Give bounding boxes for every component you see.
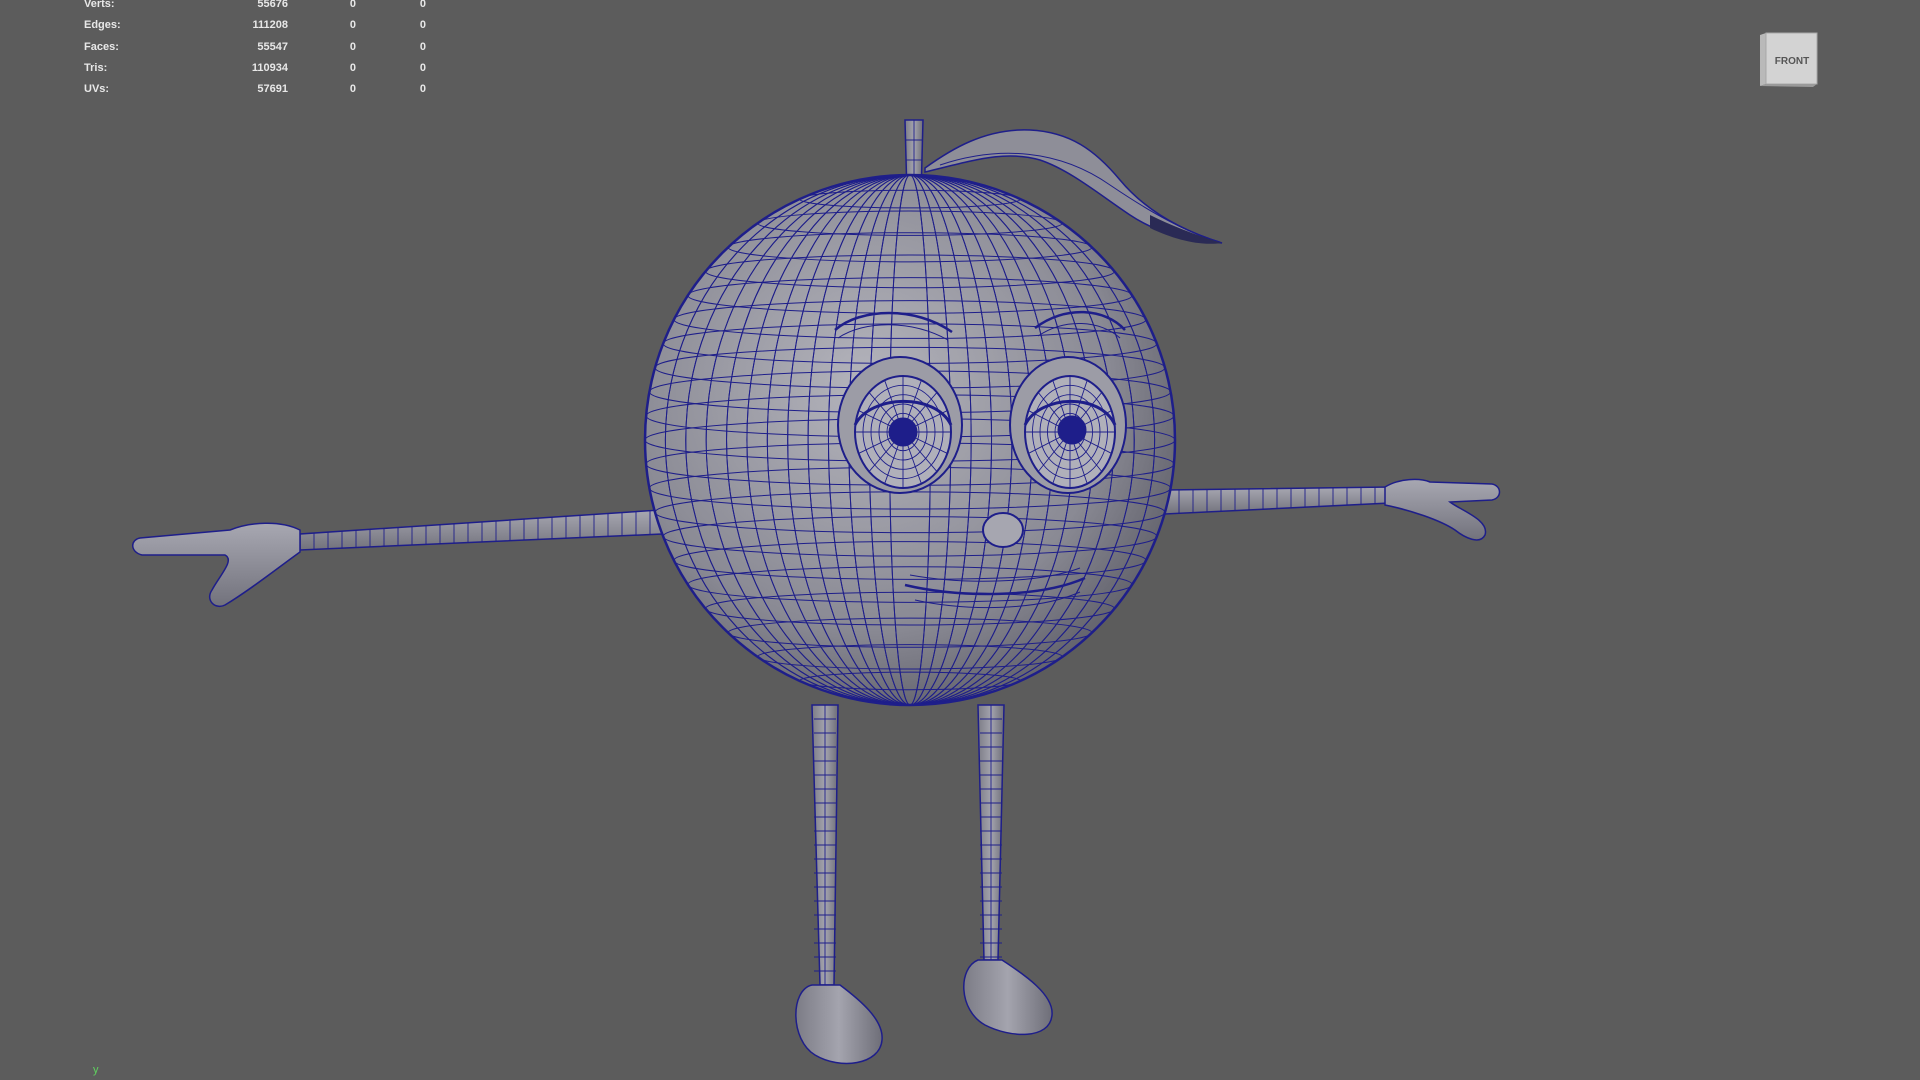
right-arm xyxy=(1164,478,1501,541)
nose xyxy=(982,512,1024,548)
right-leg xyxy=(963,704,1053,1036)
character-mesh[interactable] xyxy=(132,119,1501,1065)
viewport-3d[interactable] xyxy=(0,0,1920,1080)
left-eye xyxy=(853,375,953,489)
left-leg xyxy=(795,704,883,1065)
right-eye xyxy=(1023,375,1117,489)
axis-y-label: y xyxy=(93,1064,99,1076)
left-arm xyxy=(132,509,663,607)
